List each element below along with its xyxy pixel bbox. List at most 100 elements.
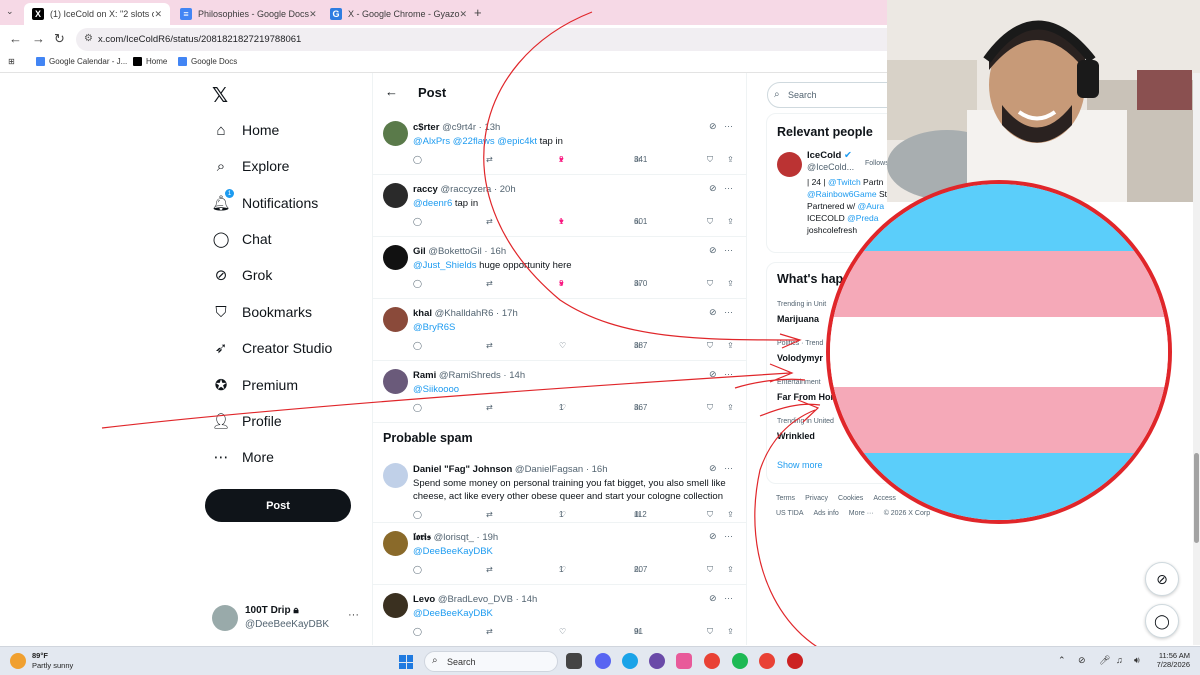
chrome-profile-icon[interactable] xyxy=(759,653,775,669)
avatar[interactable] xyxy=(383,369,408,394)
close-tab-icon[interactable]: ✕ xyxy=(460,9,468,20)
share-icon[interactable]: ⇪ xyxy=(727,217,734,226)
person-name[interactable]: IceCold ✔ xyxy=(807,150,852,161)
spotify-icon[interactable] xyxy=(732,653,748,669)
reply-author-name[interactable]: Rami xyxy=(413,370,436,381)
obs-icon[interactable] xyxy=(649,653,665,669)
reply-author-name[interactable]: raccy xyxy=(413,184,438,195)
reply-icon[interactable]: ◯ xyxy=(413,155,422,164)
reply-item[interactable]: c$rter @c9rt4r · 13h ⊘ ··· @AlxPrs @22fl… xyxy=(373,113,746,175)
edge-icon[interactable] xyxy=(622,653,638,669)
bookmark-icon[interactable]: ⛉ xyxy=(707,510,713,520)
reply-mentions[interactable]: @Siikoooo xyxy=(413,384,459,395)
reply-item[interactable]: Daniel "Fag" Johnson @DanielFagsan · 16h… xyxy=(373,455,746,523)
reply-icon[interactable]: ◯ xyxy=(413,403,422,412)
grok-icon[interactable]: ⊘ xyxy=(709,531,717,541)
show-hidden-icons-icon[interactable]: ⌃ xyxy=(1058,655,1066,666)
x-logo-icon[interactable]: 𝕏 xyxy=(212,83,228,108)
avatar[interactable] xyxy=(383,463,408,488)
taskbar-search[interactable]: ⌕ Search xyxy=(424,651,558,672)
footer-link[interactable]: More ··· xyxy=(849,510,874,517)
reply-icon[interactable]: ◯ xyxy=(413,627,422,636)
grok-icon[interactable]: ⊘ xyxy=(709,369,717,379)
reply-mentions[interactable]: @deenr6 xyxy=(413,198,452,209)
share-icon[interactable]: ⇪ xyxy=(727,565,734,574)
nav-profile[interactable]: 👤︎ Profile xyxy=(211,412,281,430)
nav-explore[interactable]: ⌕ Explore xyxy=(212,157,290,175)
app-icon[interactable] xyxy=(787,653,803,669)
reply-author-handle[interactable]: @RamiShreds xyxy=(439,370,501,381)
avatar[interactable] xyxy=(383,593,408,618)
reply-timestamp[interactable]: 16h xyxy=(490,246,506,257)
tab-icecold[interactable]: X (1) IceCold on X: "2 slots open f ✕ xyxy=(24,3,170,25)
tab-search-icon[interactable]: ⌄ xyxy=(6,6,14,17)
repost-icon[interactable]: ⇄ xyxy=(486,403,493,412)
reply-author-handle[interactable]: @KhalldahR6 xyxy=(435,308,494,319)
footer-link[interactable]: Privacy xyxy=(805,495,828,502)
reply-item[interactable]: 𝖑𝖔𝖗𝖎𝖘 @lorisqt_ · 19h ⊘ ··· @DeeBeeKayDB… xyxy=(373,523,746,585)
reply-author-handle[interactable]: @DanielFagsan xyxy=(515,464,583,475)
avatar[interactable] xyxy=(383,531,408,556)
tab-philosophies[interactable]: ≡ Philosophies - Google Docs ✕ xyxy=(172,3,320,25)
reply-item[interactable]: raccy @raccyzera · 20h ⊘ ··· @deenr6 tap… xyxy=(373,175,746,237)
avatar[interactable] xyxy=(383,245,408,270)
site-info-icon[interactable]: ⚙ xyxy=(84,33,93,44)
tab-gyazo[interactable]: G X - Google Chrome - Gyazo ✕ xyxy=(322,3,470,25)
repost-icon[interactable]: ⇄ xyxy=(486,155,493,164)
reply-item[interactable]: khal @KhalldahR6 · 17h ⊘ ··· @BryR6S ◯ ⇄… xyxy=(373,299,746,361)
more-dots-icon[interactable]: ··· xyxy=(724,531,733,541)
reply-mentions[interactable]: @Just_Shields xyxy=(413,260,477,271)
footer-link[interactable]: Access xyxy=(873,495,896,502)
repost-icon[interactable]: ⇄ xyxy=(486,217,493,226)
repost-icon[interactable]: ⇄ xyxy=(486,565,493,574)
bookmark-icon[interactable]: ⛉ xyxy=(707,155,713,165)
trend-item[interactable]: Marijuana xyxy=(777,314,819,324)
avatar[interactable] xyxy=(777,152,802,177)
post-button[interactable]: Post xyxy=(205,489,351,522)
more-dots-icon[interactable]: ··· xyxy=(348,609,359,621)
share-icon[interactable]: ⇪ xyxy=(727,510,734,519)
repost-icon[interactable]: ⇄ xyxy=(486,341,493,350)
avatar[interactable] xyxy=(383,307,408,332)
reply-author-name[interactable]: Levo xyxy=(413,594,435,605)
reply-icon[interactable]: ◯ xyxy=(413,217,422,226)
forward-icon[interactable]: → xyxy=(32,31,45,46)
share-icon[interactable]: ⇪ xyxy=(727,279,734,288)
reply-author-handle[interactable]: @lorisqt_ xyxy=(434,532,474,543)
share-icon[interactable]: ⇪ xyxy=(727,403,734,412)
grok-icon[interactable]: ⊘ xyxy=(709,245,717,255)
more-dots-icon[interactable]: ··· xyxy=(724,245,733,255)
trend-item[interactable]: Far From Hor xyxy=(777,392,834,402)
reply-timestamp[interactable]: 16h xyxy=(592,464,608,475)
nav-chat[interactable]: ◯ Chat xyxy=(212,230,272,248)
reply-author-name[interactable]: Gil xyxy=(413,246,426,257)
new-tab-icon[interactable]: + xyxy=(474,5,482,20)
reply-mentions[interactable]: @DeeBeeKayDBK xyxy=(413,546,493,557)
repost-icon[interactable]: ⇄ xyxy=(486,279,493,288)
apps-icon[interactable]: ⊞ xyxy=(8,57,15,66)
reply-author-name[interactable]: 𝖑𝖔𝖗𝖎𝖘 xyxy=(413,532,431,543)
reply-timestamp[interactable]: 14h xyxy=(509,370,525,381)
grok-floating-button[interactable]: ⊘ xyxy=(1145,562,1179,596)
chrome-icon[interactable] xyxy=(704,653,720,669)
repost-icon[interactable]: ⇄ xyxy=(486,627,493,636)
avatar[interactable] xyxy=(383,121,408,146)
reply-timestamp[interactable]: 13h xyxy=(484,122,500,133)
more-dots-icon[interactable]: ··· xyxy=(724,369,733,379)
close-tab-icon[interactable]: ✕ xyxy=(154,9,162,20)
audio-icon[interactable]: ♫ xyxy=(1116,655,1123,665)
bookmark-icon[interactable]: ⛉ xyxy=(707,403,713,413)
reply-icon[interactable]: ◯ xyxy=(413,565,422,574)
reply-item[interactable]: Gil @BokettoGil · 16h ⊘ ··· @Just_Shield… xyxy=(373,237,746,299)
volume-icon[interactable]: 🔊︎ xyxy=(1134,655,1140,666)
close-tab-icon[interactable]: ✕ xyxy=(309,9,317,20)
reply-author-handle[interactable]: @BradLevo_DVB xyxy=(438,594,513,605)
copilot-icon[interactable] xyxy=(676,653,692,669)
reply-author-handle[interactable]: @BokettoGil xyxy=(428,246,481,257)
nav-home[interactable]: ⌂ Home xyxy=(212,121,279,139)
nav-notifications[interactable]: 🔔︎ 1 Notifications xyxy=(211,189,318,212)
reply-timestamp[interactable]: 20h xyxy=(500,184,516,195)
grok-icon[interactable]: ⊘ xyxy=(709,307,717,317)
nav-premium[interactable]: ✪ Premium xyxy=(212,376,298,394)
repost-icon[interactable]: ⇄ xyxy=(486,510,493,519)
